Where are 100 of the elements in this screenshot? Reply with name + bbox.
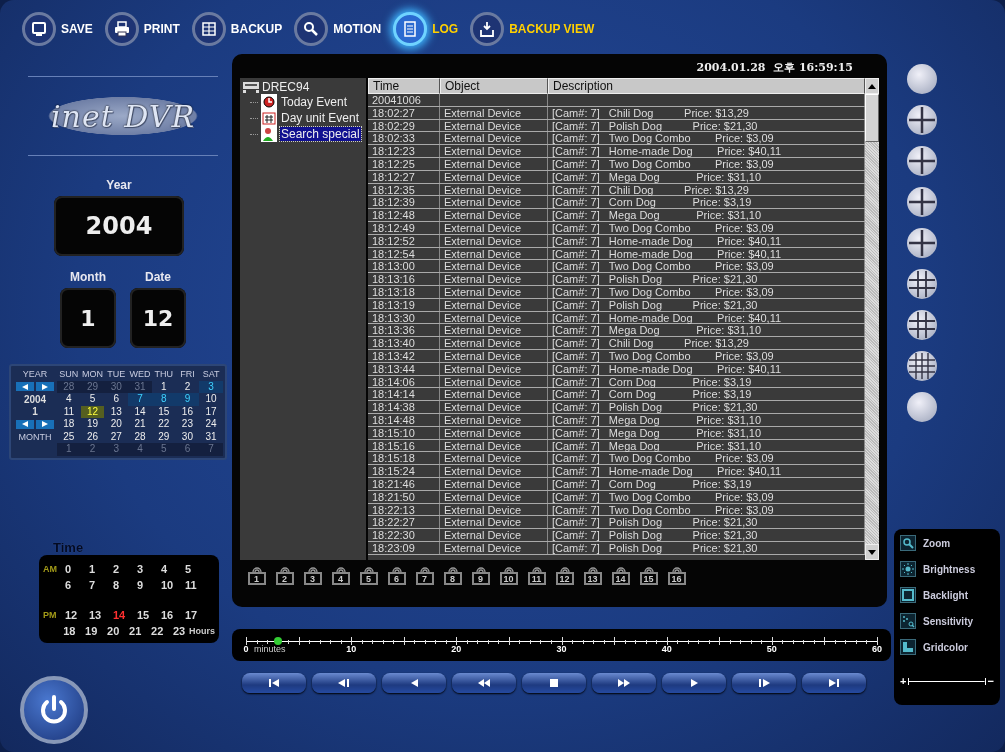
single-view-button[interactable] [907, 64, 937, 94]
toolbar-button[interactable]: SAVE [22, 11, 97, 47]
rewind-button[interactable] [452, 673, 516, 693]
calendar-day[interactable]: 2 [175, 380, 200, 393]
hour-option[interactable]: 12 [65, 608, 89, 621]
table-row[interactable]: 18:23:09 External Device [Cam#: 7] Polish Dog Price: $21,30 [368, 541, 865, 555]
hour-option[interactable]: 0 [65, 562, 89, 575]
calendar-day[interactable]: 25 [57, 430, 81, 443]
hour-option[interactable]: 16 [161, 608, 185, 621]
table-row[interactable]: 18:02:33 External Device [Cam#: 7] Two Dog Combo Price: $3,09 [368, 132, 865, 146]
calendar-day[interactable]: 8 [151, 393, 176, 406]
reverse-button[interactable] [382, 673, 446, 693]
toolbar-button[interactable]: PRINT [104, 11, 184, 47]
scrollbar-thumb[interactable] [865, 94, 879, 142]
calendar-day[interactable]: 6 [175, 443, 200, 456]
calendar-day[interactable]: 7 [128, 393, 152, 406]
calendar-day[interactable]: 23 [175, 418, 200, 431]
calendar-day[interactable]: 15 [151, 405, 176, 418]
table-row[interactable]: 18:15:18 External Device [Cam#: 7] Two Dog Combo Price: $3,09 [368, 452, 865, 466]
quad-view-button[interactable] [907, 146, 937, 176]
calendar-day[interactable]: 13 [104, 405, 129, 418]
last-button[interactable] [802, 673, 866, 693]
calendar-day[interactable]: 31 [199, 430, 223, 443]
stop-button[interactable] [522, 673, 586, 693]
adjustment-label[interactable]: Zoom [923, 537, 951, 549]
tree-item[interactable]: Day unit Event [280, 111, 361, 125]
scroll-down-button[interactable] [865, 544, 879, 560]
play-button[interactable] [662, 673, 726, 693]
calendar-day[interactable]: 12 [80, 405, 105, 418]
table-row[interactable]: 18:21:46 External Device [Cam#: 7] Corn Dog Price: $3,19 [368, 477, 865, 491]
dots-magnifier-icon[interactable] [900, 613, 916, 629]
table-row[interactable]: 18:13:44 External Device [Cam#: 7] Home-made Dog Price: $40,11 [368, 362, 865, 376]
calendar-day[interactable]: 3 [199, 380, 223, 393]
grid-view-button[interactable] [907, 351, 937, 381]
tree-item[interactable]: Search special [280, 127, 361, 141]
first-button[interactable] [242, 673, 306, 693]
grid-view-button[interactable] [907, 310, 937, 340]
calendar-day[interactable]: 31 [128, 380, 152, 393]
table-row[interactable]: 18:13:00 External Device [Cam#: 7] Two Dog Combo Price: $3,09 [368, 260, 865, 274]
next-year-button[interactable] [36, 382, 54, 392]
calendar-day[interactable]: 10 [199, 393, 223, 406]
calendar-day[interactable]: 5 [80, 393, 105, 406]
calendar-day[interactable]: 17 [199, 405, 223, 418]
calendar-day[interactable]: 5 [151, 443, 176, 456]
calendar-day[interactable]: 29 [151, 430, 176, 443]
corner-icon[interactable] [900, 639, 916, 655]
previous-month-button[interactable] [16, 419, 34, 429]
hour-option[interactable]: 20 [107, 624, 130, 637]
calendar-day[interactable]: 28 [57, 380, 81, 393]
quad-view-button[interactable] [907, 228, 937, 258]
calendar-day[interactable]: 4 [57, 393, 81, 406]
calendar-day[interactable]: 9 [175, 393, 200, 406]
calendar-day[interactable]: 24 [199, 418, 223, 431]
toolbar-button[interactable]: BACKUP VIEW [470, 11, 599, 47]
adjustment-label[interactable]: Backlight [923, 589, 968, 601]
table-row[interactable]: 18:22:13 External Device [Cam#: 7] Two Dog Combo Price: $3,09 [368, 503, 865, 517]
scrollbar[interactable] [865, 94, 879, 560]
table-row[interactable]: 18:12:23 External Device [Cam#: 7] Home-made Dog Price: $40,11 [368, 145, 865, 158]
calendar-day[interactable]: 1 [57, 443, 81, 456]
column-header[interactable]: Time [368, 78, 440, 94]
scroll-up-button[interactable] [865, 78, 879, 94]
table-row[interactable]: 18:15:24 External Device [Cam#: 7] Home-made Dog Price: $40,11 [368, 465, 865, 478]
calendar-day[interactable]: 26 [80, 430, 105, 443]
hour-option[interactable]: 15 [137, 608, 161, 621]
tree-root[interactable]: DREC94 [262, 80, 310, 94]
table-row[interactable]: 18:15:16 External Device [Cam#: 7] Mega Dog Price: $31,10 [368, 439, 865, 453]
adjustment-label[interactable]: Sensitivity [923, 615, 974, 627]
calendar-day[interactable]: 20 [104, 418, 129, 431]
search-icon[interactable] [900, 535, 916, 551]
hour-option[interactable]: 17 [185, 608, 209, 621]
hour-option[interactable]: 8 [113, 578, 137, 591]
calendar-day[interactable]: 22 [151, 418, 176, 431]
toolbar-button[interactable]: MOTION [294, 11, 386, 47]
sun-icon[interactable] [900, 561, 916, 577]
table-row[interactable]: 18:22:30 External Device [Cam#: 7] Polish Dog Price: $21,30 [368, 529, 865, 542]
table-row[interactable]: 18:02:27 External Device [Cam#: 7] Chili Dog Price: $13,29 [368, 106, 865, 120]
quad-view-button[interactable] [907, 105, 937, 135]
calendar-day[interactable]: 7 [199, 443, 223, 456]
hour-option[interactable]: 2 [113, 562, 137, 575]
table-row[interactable]: 18:22:27 External Device [Cam#: 7] Polish Dog Price: $21,30 [368, 516, 865, 530]
table-row[interactable]: 20041006 [368, 94, 865, 107]
table-row[interactable]: 18:02:29 External Device [Cam#: 7] Polish Dog Price: $21,30 [368, 119, 865, 133]
calendar-day[interactable]: 30 [104, 380, 129, 393]
hour-option[interactable]: 4 [161, 562, 185, 575]
table-row[interactable]: 18:14:14 External Device [Cam#: 7] Corn Dog Price: $3,19 [368, 388, 865, 402]
table-row[interactable]: 18:12:54 External Device [Cam#: 7] Home-made Dog Price: $40,11 [368, 247, 865, 261]
table-row[interactable]: 18:12:25 External Device [Cam#: 7] Two Dog Combo Price: $3,09 [368, 158, 865, 171]
calendar-day[interactable]: 11 [57, 405, 81, 418]
table-row[interactable]: 18:13:42 External Device [Cam#: 7] Two Dog Combo Price: $3,09 [368, 349, 865, 363]
table-row[interactable]: 18:21:50 External Device [Cam#: 7] Two Dog Combo Price: $3,09 [368, 490, 865, 504]
calendar-day[interactable]: 2 [80, 443, 105, 456]
column-header[interactable]: Object [440, 78, 548, 94]
slider-track[interactable] [908, 677, 986, 685]
hour-option[interactable]: 21 [129, 624, 151, 637]
hour-option[interactable]: 22 [151, 624, 173, 637]
previous-year-button[interactable] [16, 382, 34, 392]
tree-item[interactable]: Today Event [280, 95, 349, 109]
grid-view-button[interactable] [907, 269, 937, 299]
hour-option[interactable]: 11 [185, 578, 209, 591]
timeline-marker[interactable] [273, 637, 282, 645]
